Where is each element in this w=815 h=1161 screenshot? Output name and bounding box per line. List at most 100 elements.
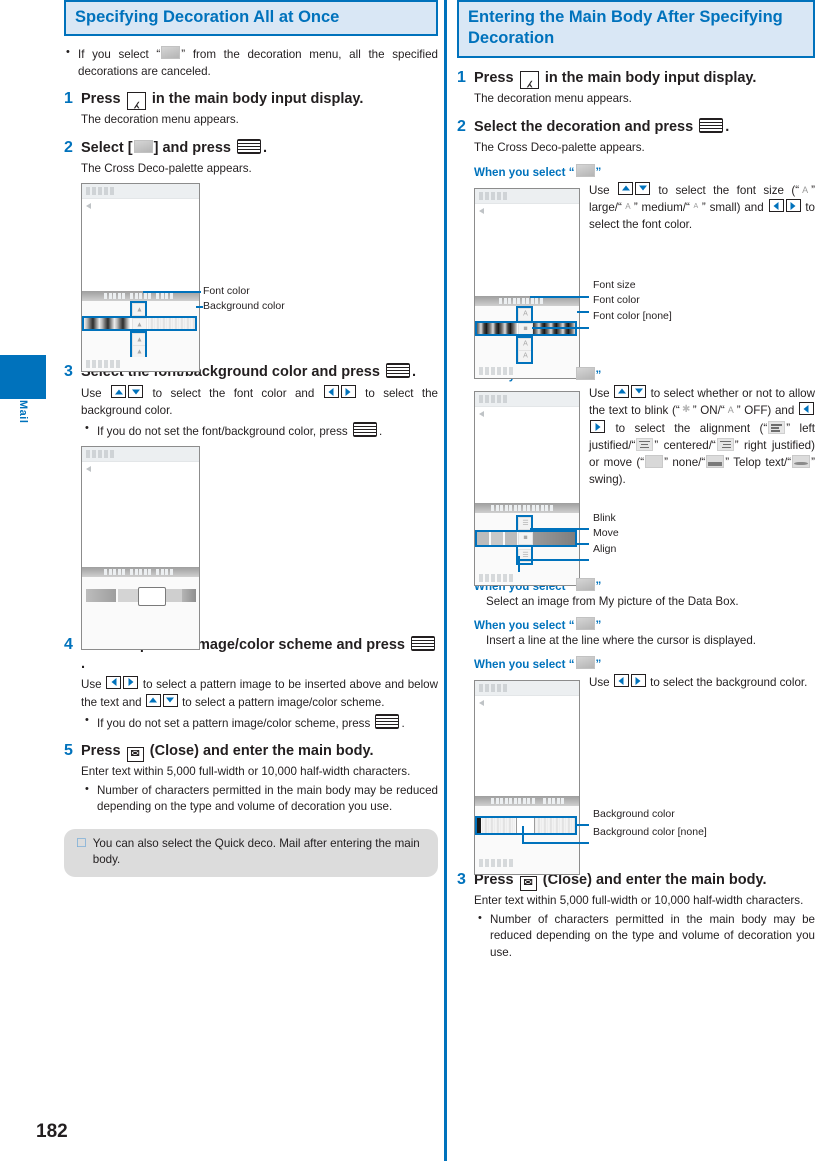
deco-cancel-icon xyxy=(161,46,181,60)
text-cursor-icon xyxy=(479,410,484,417)
text-cursor-icon xyxy=(86,203,91,210)
step-heading: 5 Press ✉ (Close) and enter the main bod… xyxy=(64,741,438,762)
step-description: The Cross Deco-palette appears. xyxy=(474,140,645,154)
pattern-thumb-left[interactable] xyxy=(86,589,116,603)
step-body: Use to select a pattern image to be inse… xyxy=(81,675,438,732)
call-key-icon: ⁁ xyxy=(126,92,146,111)
font-size-color-icon xyxy=(575,163,595,177)
right-section-heading: Entering the Main Body After Specifying … xyxy=(457,0,815,59)
font-small-icon: A xyxy=(693,203,699,211)
step-number: 2 xyxy=(64,138,73,156)
sidebar-chapter-label: Mail xyxy=(0,400,46,460)
step-heading: 1 Press ⁁ in the main body input display… xyxy=(457,68,815,90)
selection-label-4: When you select “ ” xyxy=(474,616,815,632)
select-key-icon xyxy=(411,636,435,652)
left-column: Specifying Decoration All at Once If you… xyxy=(64,0,438,878)
step-number: 2 xyxy=(457,118,466,136)
desc-c: to select a pattern image/color scheme. xyxy=(182,695,385,709)
phone-status-bar xyxy=(475,391,579,407)
selection-3-body: Select an image from My picture of the D… xyxy=(486,594,739,608)
left-step-5: 5 Press ✉ (Close) and enter the main bod… xyxy=(64,741,438,816)
phone-status-bar xyxy=(82,184,199,200)
mail-key-icon: ✉ xyxy=(126,746,144,762)
move-swing-icon xyxy=(792,454,811,468)
down-key-icon xyxy=(631,384,647,398)
softkey-labels xyxy=(499,297,543,304)
note-g: ” centered/“ xyxy=(654,439,716,452)
desc-b: to select the font color and xyxy=(152,387,315,401)
step-title: Press ⁁ in the main body input display. xyxy=(474,69,756,90)
leader-align xyxy=(518,558,589,561)
selection-2-text-block: Use to select whether or not to allow th… xyxy=(589,384,815,554)
note-text: You can also select the Quick deco. Mail… xyxy=(92,836,420,867)
step-description: Enter text within 5,000 full-width or 10… xyxy=(81,764,411,778)
step-title-post: in the main body input display. xyxy=(151,91,364,108)
up-key-icon xyxy=(614,384,630,398)
align-left-icon xyxy=(768,421,786,435)
step-description: The Cross Deco-palette appears. xyxy=(81,161,252,175)
up-key-icon xyxy=(145,693,161,707)
phone-softkey-bar xyxy=(475,796,579,807)
phone-screen: ▲ ▲ ▲ ▲ xyxy=(81,183,200,373)
selection-label-end: ” xyxy=(595,368,602,382)
step-heading: 1 Press ⁁ in the main body input display… xyxy=(64,89,438,111)
intro-text-pre: If you select “ xyxy=(78,48,161,62)
phone-footer xyxy=(475,363,579,378)
selection-label-end: ” xyxy=(595,165,602,179)
sidebar-chapter-tab xyxy=(0,355,46,399)
phone-text-area xyxy=(82,199,199,292)
leader-line-font-color xyxy=(143,291,201,294)
list-item: If you do not set a pattern image/color … xyxy=(81,713,438,732)
right-step-3: 3 Press ✉ (Close) and enter the main bod… xyxy=(457,870,815,961)
cross-deco-palette: ☰ ■ ☰ xyxy=(475,512,579,571)
phone-status-bar xyxy=(475,681,579,697)
note-a: Use xyxy=(589,676,610,690)
insert-image-icon xyxy=(575,577,595,591)
left-step-3: 3 Select the font/background color and p… xyxy=(64,362,438,651)
callout-align: Align xyxy=(593,542,617,555)
callout-font-color-none: Font color [none] xyxy=(593,309,672,322)
pattern-thumb-mid[interactable] xyxy=(118,589,140,603)
page-number: 182 xyxy=(36,1121,68,1142)
phone-footer xyxy=(475,856,579,875)
step-sub-bullets: Number of characters permitted in the ma… xyxy=(474,911,815,961)
softkey-label-1 xyxy=(491,798,535,805)
softkey-label-1 xyxy=(104,293,125,300)
left-section-heading: Specifying Decoration All at Once xyxy=(64,0,438,37)
phone-footer xyxy=(82,357,199,372)
step-description: Enter text within 5,000 full-width or 10… xyxy=(474,894,804,908)
pattern-thumb-right-1[interactable] xyxy=(166,589,182,603)
left-key-icon xyxy=(106,675,122,689)
step-number: 3 xyxy=(457,871,466,889)
phone-screen: ☰ ■ ☰ xyxy=(474,390,580,586)
phone-text-area xyxy=(475,406,579,503)
step-body: Enter text within 5,000 full-width or 10… xyxy=(474,893,815,961)
phone-status-bar xyxy=(475,188,579,204)
highlight-palette-column xyxy=(130,331,147,360)
selection-5-text-block: Use to select the background color. Back… xyxy=(589,674,815,837)
deco-all-icon xyxy=(133,139,153,153)
select-key-icon xyxy=(236,138,261,154)
step-number: 4 xyxy=(64,636,73,654)
step-sub-bullets: If you do not set a pattern image/color … xyxy=(81,713,438,732)
step-description: The decoration menu appears. xyxy=(81,113,239,127)
callout-background-color: Background color xyxy=(593,808,675,821)
pattern-selection-box[interactable] xyxy=(138,587,166,607)
right-key-icon xyxy=(590,420,605,434)
call-key-icon: ⁁ xyxy=(519,71,539,90)
note-d: ” medium/“ xyxy=(633,201,690,215)
note-c: ” ON/“ xyxy=(692,404,725,418)
phone-text-area xyxy=(475,696,579,797)
phone-footer xyxy=(475,570,579,585)
highlight-background-color xyxy=(475,816,577,836)
list-item: Number of characters permitted in the ma… xyxy=(474,911,815,961)
select-key-icon xyxy=(375,713,400,729)
selection-label-text: When you select “ xyxy=(474,165,575,179)
font-large-icon: A xyxy=(802,184,809,195)
leader-font-size xyxy=(530,295,589,298)
callout-font-color: Font color xyxy=(203,285,250,298)
background-color-icon xyxy=(575,656,595,670)
note-bracket-icon: ☐ xyxy=(76,835,87,850)
pattern-thumb-right-2[interactable] xyxy=(182,589,196,603)
left-intro-bullet-list: If you select “” from the decoration men… xyxy=(64,45,438,80)
